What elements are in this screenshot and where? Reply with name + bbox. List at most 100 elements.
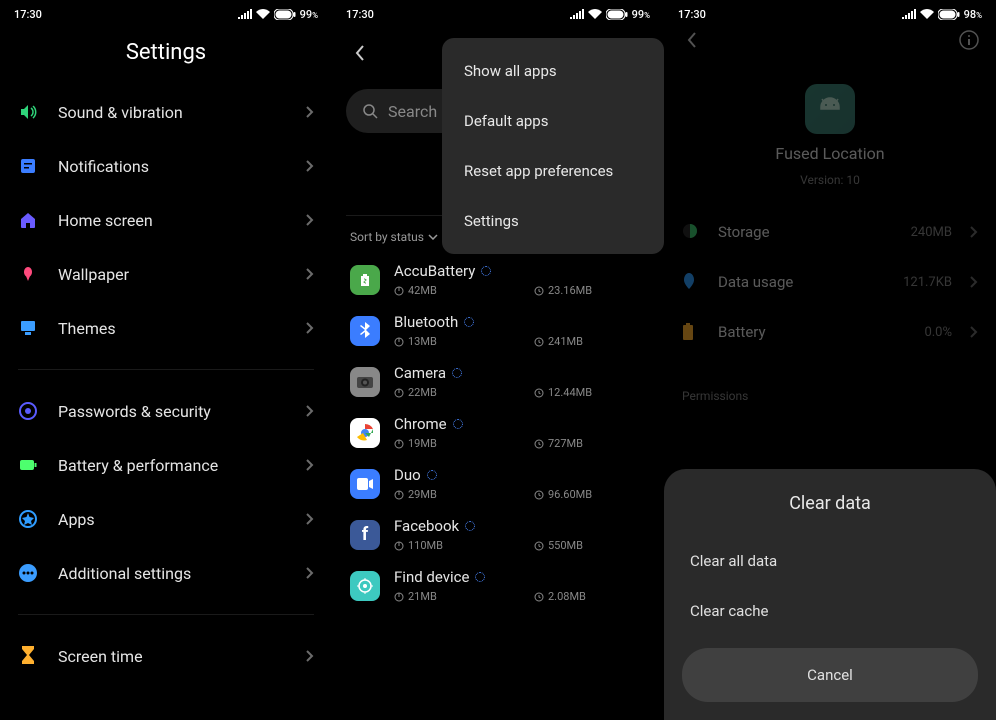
- clear-all-data-button[interactable]: Clear all data: [682, 536, 978, 586]
- info-label: Storage: [718, 223, 893, 241]
- status-bar: 17:30 99%: [0, 0, 332, 28]
- app-meta: Facebook 110MB 550MB: [394, 517, 646, 552]
- settings-item-apps[interactable]: Apps: [18, 492, 314, 546]
- clock-icon: [534, 337, 544, 347]
- divider: [18, 369, 314, 370]
- status-bar: 17:30 99%: [332, 0, 664, 28]
- settings-label: Screen time: [58, 647, 286, 666]
- app-row[interactable]: AccuBattery 42MB 23.16MB: [332, 254, 664, 305]
- battery-icon: [274, 9, 296, 20]
- wifi-icon: [588, 9, 602, 19]
- back-button[interactable]: [348, 41, 372, 65]
- storage-icon: [394, 286, 404, 296]
- app-icon: [350, 418, 380, 448]
- menu-item[interactable]: Reset app preferences: [442, 146, 664, 196]
- settings-item-security[interactable]: Passwords & security: [18, 384, 314, 438]
- running-indicator-icon: [464, 317, 474, 327]
- settings-item-hourglass[interactable]: Screen time: [18, 629, 314, 683]
- chevron-right-icon: [306, 160, 314, 172]
- wifi-icon: [256, 9, 270, 19]
- info-button[interactable]: [958, 29, 980, 51]
- running-indicator-icon: [427, 470, 437, 480]
- menu-item[interactable]: Show all apps: [442, 46, 664, 96]
- app-row[interactable]: Find device 21MB 2.08MB: [332, 560, 664, 611]
- settings-item-battery[interactable]: Battery & performance: [18, 438, 314, 492]
- app-name: Bluetooth: [394, 313, 458, 331]
- storage-icon: [394, 592, 404, 602]
- chevron-right-icon: [306, 214, 314, 226]
- app-time: 550MB: [534, 539, 614, 552]
- hourglass-icon: [18, 646, 38, 666]
- settings-item-sound[interactable]: Sound & vibration: [18, 85, 314, 139]
- title-bar: [664, 28, 996, 60]
- app-name: Duo: [394, 466, 421, 484]
- app-row[interactable]: Bluetooth 13MB 241MB: [332, 305, 664, 356]
- settings-label: Wallpaper: [58, 265, 286, 284]
- status-time: 17:30: [346, 8, 374, 21]
- chevron-right-icon: [306, 567, 314, 579]
- clock-icon: [534, 592, 544, 602]
- running-indicator-icon: [475, 572, 485, 582]
- title-bar: Settings: [0, 28, 332, 85]
- chevron-right-icon: [970, 226, 978, 238]
- app-name: Camera: [394, 364, 446, 382]
- chevron-right-icon: [970, 276, 978, 288]
- running-indicator-icon: [465, 521, 475, 531]
- app-icon: [805, 84, 855, 134]
- notif-icon: [18, 156, 38, 176]
- info-value: 0.0%: [924, 325, 952, 340]
- sheet-title: Clear data: [682, 493, 978, 514]
- settings-item-wallpaper[interactable]: Wallpaper: [18, 247, 314, 301]
- storage-icon: [394, 439, 404, 449]
- storage-icon: [682, 223, 700, 241]
- clock-icon: [534, 439, 544, 449]
- chevron-right-icon: [306, 459, 314, 471]
- status-right: 99%: [570, 8, 650, 21]
- status-bar: 17:30 98%: [664, 0, 996, 28]
- menu-item[interactable]: Settings: [442, 196, 664, 246]
- app-row[interactable]: f Facebook 110MB 550MB: [332, 509, 664, 560]
- chevron-right-icon: [306, 513, 314, 525]
- signal-icon: [570, 9, 584, 19]
- settings-item-more[interactable]: Additional settings: [18, 546, 314, 600]
- settings-item-home[interactable]: Home screen: [18, 193, 314, 247]
- info-row-data[interactable]: Data usage 121.7KB: [682, 257, 978, 307]
- info-row-batt[interactable]: Battery 0.0%: [682, 307, 978, 357]
- android-icon: [816, 95, 844, 123]
- app-name: Facebook: [394, 517, 459, 535]
- app-row[interactable]: Camera 22MB 12.44MB: [332, 356, 664, 407]
- cancel-button[interactable]: Cancel: [682, 648, 978, 702]
- info-list: Storage 240MB Data usage 121.7KB Battery…: [664, 199, 996, 365]
- app-row[interactable]: Duo 29MB 96.60MB: [332, 458, 664, 509]
- permissions-header: Permissions: [664, 365, 996, 413]
- status-right: 98%: [902, 8, 982, 21]
- themes-icon: [18, 318, 38, 338]
- app-time: 23.16MB: [534, 284, 614, 297]
- storage-icon: [394, 337, 404, 347]
- info-row-storage[interactable]: Storage 240MB: [682, 207, 978, 257]
- status-time: 17:30: [678, 8, 706, 21]
- running-indicator-icon: [452, 368, 462, 378]
- settings-label: Battery & performance: [58, 456, 286, 475]
- app-time: 2.08MB: [534, 590, 614, 603]
- settings-item-themes[interactable]: Themes: [18, 301, 314, 355]
- chevron-down-icon: [428, 234, 438, 240]
- app-size: 19MB: [394, 437, 474, 450]
- signal-icon: [238, 9, 252, 19]
- back-button[interactable]: [680, 28, 704, 52]
- chevron-right-icon: [306, 650, 314, 662]
- wallpaper-icon: [18, 264, 38, 284]
- batt-icon: [682, 323, 700, 341]
- clear-cache-button[interactable]: Clear cache: [682, 586, 978, 636]
- chevron-right-icon: [306, 106, 314, 118]
- settings-item-notif[interactable]: Notifications: [18, 139, 314, 193]
- storage-icon: [394, 541, 404, 551]
- settings-group-1: Sound & vibration Notifications Home scr…: [18, 85, 314, 355]
- menu-item[interactable]: Default apps: [442, 96, 664, 146]
- settings-label: Passwords & security: [58, 402, 286, 421]
- battery-icon: [18, 455, 38, 475]
- chevron-left-icon: [355, 45, 365, 61]
- app-row[interactable]: Chrome 19MB 727MB: [332, 407, 664, 458]
- signal-icon: [902, 9, 916, 19]
- apps-panel: 17:30 99% M Search am Uninstall Sort by …: [332, 0, 664, 720]
